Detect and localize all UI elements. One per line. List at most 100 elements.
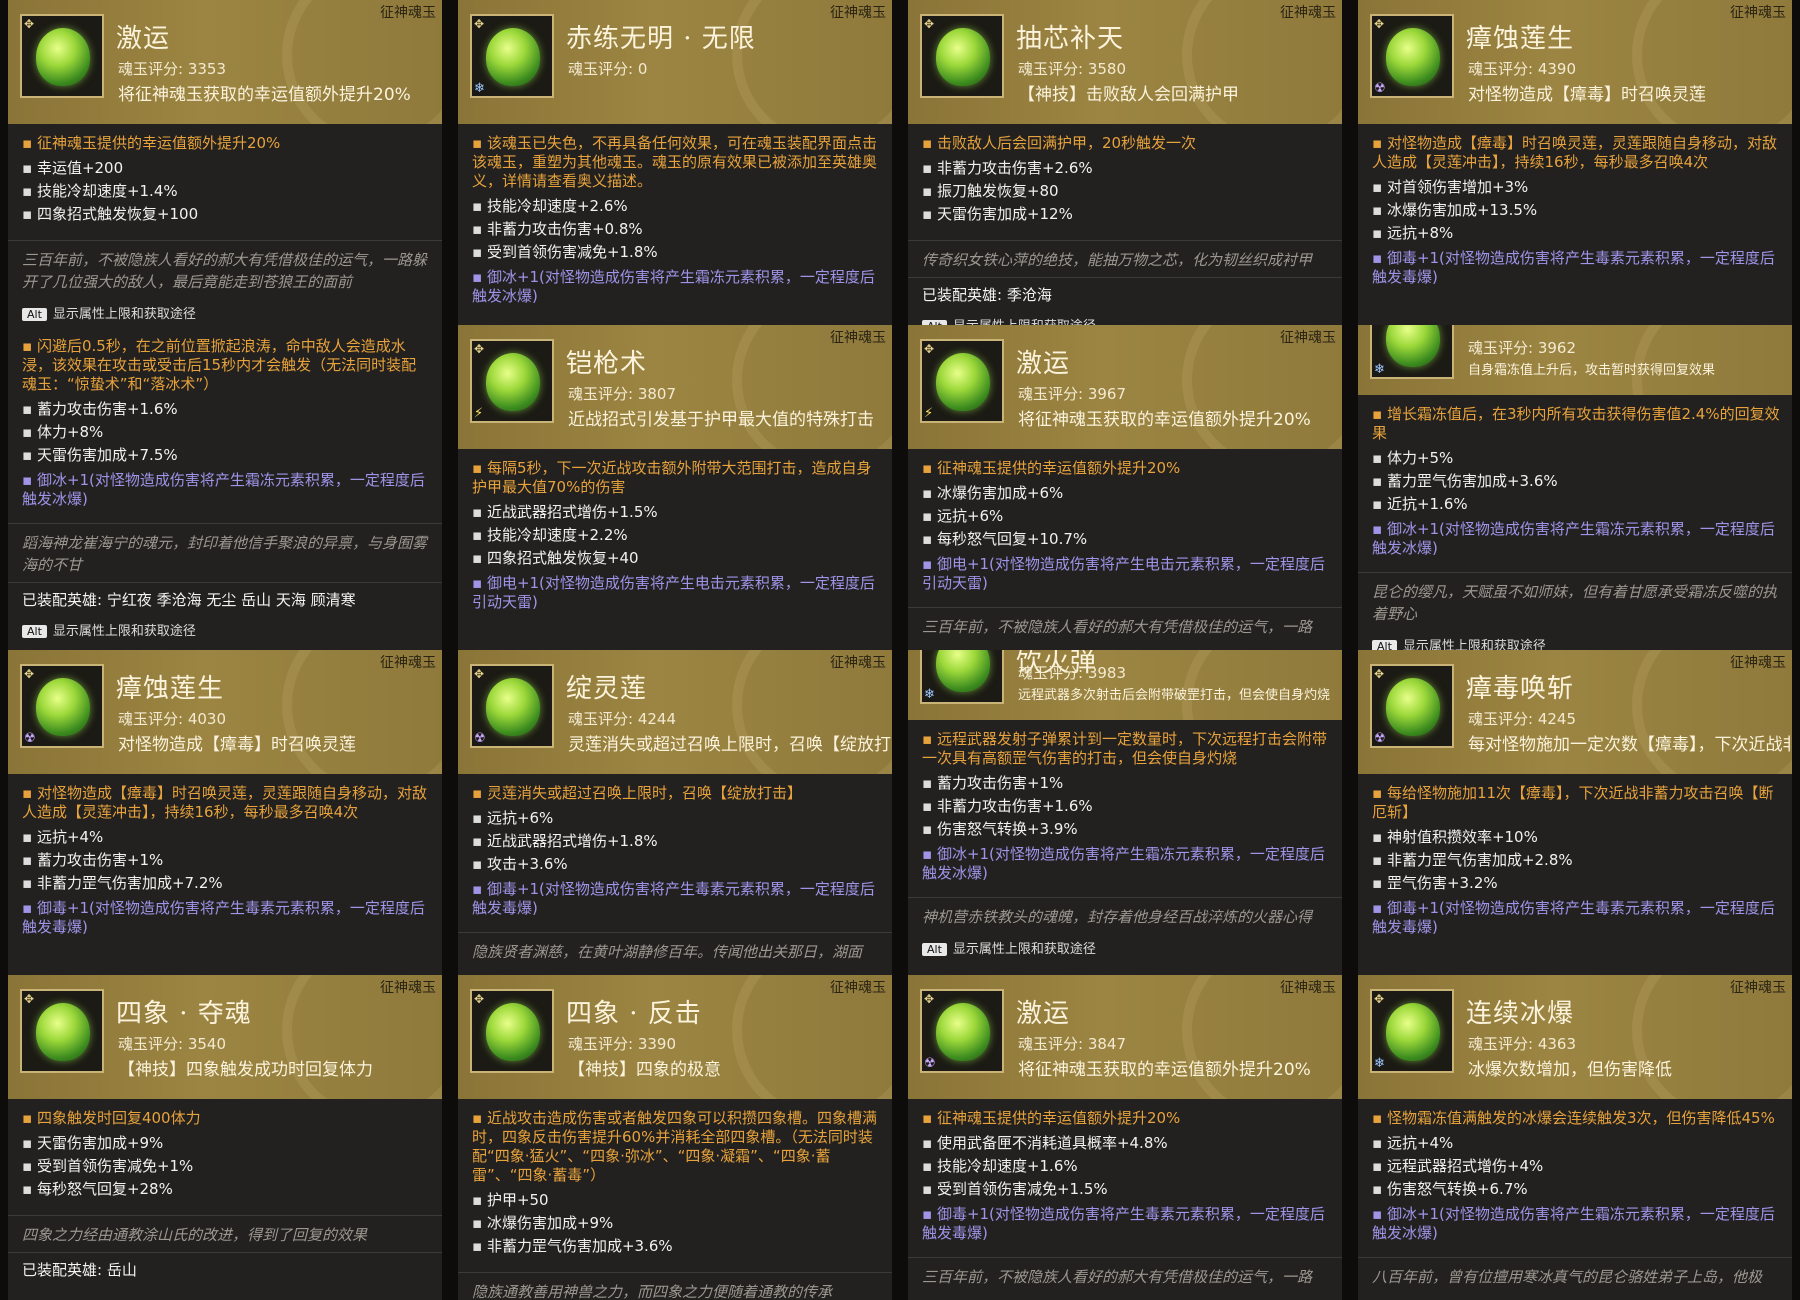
lore-text: 四象之力经由通教涂山氏的改进，得到了回复的效果 [8,1215,442,1252]
alt-hint[interactable]: Alt显示属性上限和获取途径 [908,311,1342,325]
alt-hint-label: 显示属性上限和获取途径 [952,942,1096,957]
soul-jade-card-2[interactable]: 征神魂玉 ✥ ❄ 赤练无明 · 无限 魂玉评分: 0 该魂玉已失色，不再具备任何… [458,0,892,325]
stat-line: 体力+5% [1372,447,1780,470]
soul-jade-icon [1386,678,1440,736]
element-icon: ❄ [474,81,485,96]
lore-text: 传奇织女铁心萍的绝技，能抽万物之芯，化为韧丝织成衬甲 [908,240,1342,277]
jade-score: 魂玉评分: 3390 [568,1035,676,1053]
alt-hint-label: 显示属性上限和获取途径 [52,624,196,639]
alt-key-icon: Alt [922,943,947,956]
effect-text: 对怪物造成【瘴毒】时召唤灵莲，灵莲跟随自身移动，对敌人造成【灵莲冲击】，持续16… [22,784,430,822]
jade-icon-frame: ✥ ❄ [1370,325,1454,379]
jade-type-tag: 征神魂玉 [830,654,886,670]
jade-name: 连续冰爆 [1466,999,1575,1029]
stat-line: 技能冷却速度+2.2% [472,524,880,547]
soul-jade-card-12[interactable]: 征神魂玉 ✥ ☢ 瘴毒唤斩 魂玉评分: 4245 每对怪物施加一定次数【瘴毒】，… [1358,650,1792,975]
equipped-heroes: 已装配英雄: 宁红夜 季沧海 无尘 岳山 天海 顾清寒 [8,582,442,616]
element-icon: ☢ [474,731,486,746]
stat-list: 体力+5%蓄力罡气伤害加成+3.6%近抗+1.6% [1372,447,1780,516]
alt-key-icon: Alt [22,625,47,638]
stat-line: 伤害怒气转换+3.9% [922,818,1330,841]
stat-line: 冰爆伤害加成+9% [472,1212,880,1235]
stat-line: 幸运值+200 [22,157,430,180]
soul-jade-card-16[interactable]: 征神魂玉 ✥ ❄ 连续冰爆 魂玉评分: 4363 冰爆次数增加，但伤害降低 怪物… [1358,975,1792,1300]
soul-jade-icon [1386,325,1440,367]
stat-line: 天雷伤害加成+9% [22,1132,430,1155]
element-icon: ⚡ [474,406,484,421]
soul-jade-card-1[interactable]: 征神魂玉 ✥ 激运 魂玉评分: 3353 将征神魂玉获取的幸运值额外提升20% … [8,0,442,325]
soul-jade-card-9[interactable]: 征神魂玉 ✥ ☢ 瘴蚀莲生 魂玉评分: 4030 对怪物造成【瘴毒】时召唤灵莲 … [8,650,442,975]
soul-jade-icon [486,28,540,86]
card-body: 对怪物造成【瘴毒】时召唤灵莲，灵莲跟随自身移动，对敌人造成【灵莲冲击】，持续16… [1358,124,1792,287]
jade-type-tag: 征神魂玉 [830,979,886,995]
card-header: 征神魂玉 ✥ 四象 · 夺魂 魂玉评分: 3540 【神技】四象触发成功时回复体… [8,975,442,1099]
stat-list: 非蓄力攻击伤害+2.6%振刀触发恢复+80天雷伤害加成+12% [922,157,1330,226]
soul-jade-card-15[interactable]: 征神魂玉 ✥ ☢ 激运 魂玉评分: 3847 将征神魂玉获取的幸运值额外提升20… [908,975,1342,1300]
jade-summary: 冰爆次数增加，但伤害降低 [1468,1060,1672,1080]
element-bonus-text: 御冰+1(对怪物造成伤害将产生霜冻元素积累，一定程度后触发冰爆) [1372,520,1780,558]
jade-icon-frame: ✥ ⚡ [920,339,1004,423]
lore-text: 昆仑的缨凡，天赋虽不如师妹，但有着甘愿承受霜冻反噬的执着野心 [1358,572,1792,631]
stat-line: 攻击+3.6% [472,853,880,876]
stat-line: 四象招式触发恢复+40 [472,547,880,570]
effect-text: 征神魂玉提供的幸运值额外提升20% [922,459,1330,478]
soul-jade-icon [486,353,540,411]
stat-list: 护甲+50冰爆伤害加成+9%非蓄力罡气伤害加成+3.6% [472,1189,880,1258]
jade-type-tag: 征神魂玉 [1730,4,1786,20]
soul-jade-card-4[interactable]: 征神魂玉 ✥ ☢ 瘴蚀莲生 魂玉评分: 4390 对怪物造成【瘴毒】时召唤灵莲 … [1358,0,1792,325]
corner-ornament-icon: ✥ [924,342,935,356]
soul-jade-card-7[interactable]: 征神魂玉 ✥ ⚡ 激运 魂玉评分: 3967 将征神魂玉获取的幸运值额外提升20… [908,325,1342,650]
soul-jade-card-6[interactable]: 征神魂玉 ✥ ⚡ 铠枪术 魂玉评分: 3807 近战招式引发基于护甲最大值的特殊… [458,325,892,650]
effect-text: 近战攻击造成伤害或者触发四象可以积攒四象槽。四象槽满时，四象反击伤害提升60%并… [472,1109,880,1185]
corner-ornament-icon: ✥ [474,992,485,1006]
alt-hint[interactable]: Alt 显示属性上限和获取途径 [908,934,1342,961]
alt-hint[interactable]: Alt 显示属性上限和获取途径 [8,616,442,643]
jade-icon-frame: ✥ ☢ [920,989,1004,1073]
element-icon: ☢ [924,1056,936,1071]
equipped-heroes: 已装配英雄: 岳山 [8,1252,442,1286]
card-body: 每给怪物施加11次【瘴毒】，下次近战非蓄力攻击召唤【断厄斩】 神射值积攒效率+1… [1358,774,1792,937]
soul-jade-card-13[interactable]: 征神魂玉 ✥ 四象 · 夺魂 魂玉评分: 3540 【神技】四象触发成功时回复体… [8,975,442,1300]
alt-hint-label: 显示属性上限和获取途径 [1402,639,1546,650]
corner-ornament-icon: ✥ [1374,992,1385,1006]
jade-name: 四象 · 夺魂 [116,999,252,1029]
stat-list: 冰爆伤害加成+6%远抗+6%每秒怒气回复+10.7% [922,482,1330,551]
jade-name: 绽灵莲 [566,674,648,704]
corner-ornament-icon: ✥ [474,342,485,356]
jade-type-tag: 征神魂玉 [380,979,436,995]
stat-line: 远抗+8% [1372,222,1780,245]
alt-hint[interactable]: Alt显示属性上限和获取途径 [1358,631,1792,650]
stat-list: 远抗+4%蓄力攻击伤害+1%非蓄力罡气伤害加成+7.2% [22,826,430,895]
jade-summary: 将征神魂玉获取的幸运值额外提升20% [118,85,411,105]
soul-jade-card-grid: 征神魂玉 ✥ 激运 魂玉评分: 3353 将征神魂玉获取的幸运值额外提升20% … [0,0,1800,1300]
card-body: 怪物霜冻值满触发的冰爆会连续触发3次，但伤害降低45% 远抗+4%远程武器招式增… [1358,1099,1792,1243]
card-body: 击败敌人后会回满护甲，20秒触发一次 非蓄力攻击伤害+2.6%振刀触发恢复+80… [908,124,1342,226]
jade-name: 铠枪术 [566,349,648,379]
card-body: 该魂玉已失色，不再具备任何效果，可在魂玉装配界面点击该魂玉，重塑为其他魂玉。魂玉… [458,124,892,306]
card-header: 征神魂玉 ✥ 四象 · 反击 魂玉评分: 3390 【神技】四象的极意 [458,975,892,1099]
effect-text: 该魂玉已失色，不再具备任何效果，可在魂玉装配界面点击该魂玉，重塑为其他魂玉。魂玉… [472,134,880,191]
jade-icon-frame: ✥ [20,989,104,1073]
stat-line: 远抗+4% [1372,1132,1780,1155]
card-header: 征神魂玉 ✥ ☢ 瘴蚀莲生 魂玉评分: 4390 对怪物造成【瘴毒】时召唤灵莲 [1358,0,1792,124]
stat-line: 远抗+4% [22,826,430,849]
jade-type-tag: 征神魂玉 [1280,329,1336,345]
soul-jade-card-11[interactable]: ✥ ❄ 饮火弹 魂玉评分: 3983 远程武器多次射击后会附带破罡打击，但会使自… [908,650,1342,975]
jade-icon-frame: ✥ [920,14,1004,98]
soul-jade-card-8[interactable]: ✥ ❄ 魂玉评分: 3962 自身霜冻值上升后，攻击暂时获得回复效果 增长霜冻值… [1358,325,1792,650]
soul-jade-card-5[interactable]: ✥ 闪避后0.5秒，在之前位置掀起浪涛，命中敌人会造成水浸，该效果在攻击或受击后… [8,325,442,650]
alt-hint[interactable]: Alt显示属性上限和获取途径 [8,299,442,325]
soul-jade-card-10[interactable]: 征神魂玉 ✥ ☢ 绽灵莲 魂玉评分: 4244 灵莲消失或超过召唤上限时，召唤【… [458,650,892,975]
jade-summary: 【神技】击败敌人会回满护甲 [1018,85,1239,105]
jade-name: 瘴蚀莲生 [1466,24,1575,54]
stat-list: 对首领伤害增加+3%冰爆伤害加成+13.5%远抗+8% [1372,176,1780,245]
jade-type-tag: 征神魂玉 [380,4,436,20]
soul-jade-card-3[interactable]: 征神魂玉 ✥ 抽芯补天 魂玉评分: 3580 【神技】击败敌人会回满护甲 击败敌… [908,0,1342,325]
stat-line: 近战武器招式增伤+1.8% [472,830,880,853]
effect-text: 每隔5秒，下一次近战攻击额外附带大范围打击，造成自身护甲最大值70%的伤害 [472,459,880,497]
soul-jade-card-14[interactable]: 征神魂玉 ✥ 四象 · 反击 魂玉评分: 3390 【神技】四象的极意 近战攻击… [458,975,892,1300]
corner-ornament-icon: ✥ [924,17,935,31]
stat-line: 冰爆伤害加成+6% [922,482,1330,505]
jade-summary: 近战招式引发基于护甲最大值的特殊打击 [568,410,874,430]
jade-score: 魂玉评分: 4030 [118,710,226,728]
